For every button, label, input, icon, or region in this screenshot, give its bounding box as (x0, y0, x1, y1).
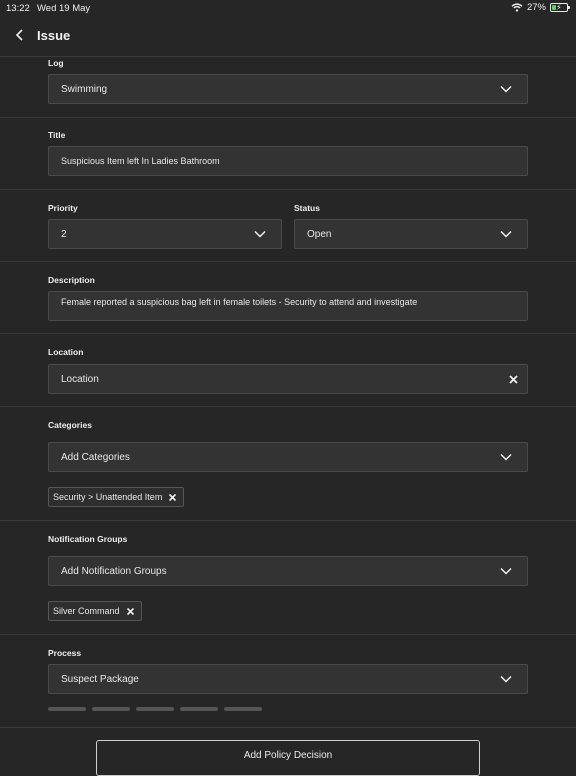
location-input[interactable]: Location (48, 364, 528, 394)
description-value: Female reported a suspicious bag left in… (61, 297, 418, 307)
notification-groups-placeholder: Add Notification Groups (61, 565, 167, 577)
notification-groups-section: Notification Groups Add Notification Gro… (0, 521, 576, 635)
nav-bar: Issue (0, 16, 576, 57)
categories-select[interactable]: Add Categories (48, 442, 528, 472)
chevron-down-icon (254, 230, 266, 238)
category-chip-label: Security > Unattended Item (53, 492, 163, 502)
log-value: Swimming (61, 83, 108, 95)
category-chip: Security > Unattended Item (48, 487, 185, 507)
remove-chip-icon[interactable] (168, 493, 177, 502)
priority-value: 2 (61, 228, 67, 240)
loading-placeholder (48, 707, 262, 711)
description-label: Description (48, 275, 95, 285)
chevron-down-icon (500, 567, 512, 575)
clear-icon[interactable] (508, 374, 519, 385)
notification-groups-select[interactable]: Add Notification Groups (48, 556, 528, 586)
location-section: Location Location (0, 334, 576, 407)
process-value: Suspect Package (61, 673, 139, 685)
wifi-icon (511, 3, 523, 12)
notification-groups-label: Notification Groups (48, 534, 128, 544)
process-section: Process Suspect Package (0, 635, 576, 728)
title-value: Suspicious Item left In Ladies Bathroom (61, 156, 220, 166)
remove-chip-icon[interactable] (126, 607, 135, 616)
back-chevron-icon[interactable] (12, 27, 28, 43)
categories-label: Categories (48, 420, 92, 430)
add-policy-decision-label: Add Policy Decision (243, 750, 333, 761)
status-value: Open (307, 228, 332, 240)
title-label: Title (48, 130, 66, 140)
status-right: 27% ⚡ (511, 2, 570, 13)
process-select[interactable]: Suspect Package (48, 664, 528, 694)
location-placeholder: Location (61, 373, 99, 385)
log-section: Log Swimming (0, 57, 576, 118)
add-policy-decision-button[interactable]: Add Policy Decision (96, 740, 480, 776)
page-title: Issue (37, 28, 71, 43)
priority-status-section: Priority 2 Status Open (0, 190, 576, 262)
notification-group-chip: Silver Command (48, 601, 142, 621)
status-label: Status (294, 203, 320, 213)
title-input[interactable]: Suspicious Item left In Ladies Bathroom (48, 146, 528, 176)
chevron-down-icon (500, 453, 512, 461)
description-input[interactable]: Female reported a suspicious bag left in… (48, 291, 528, 321)
description-section: Description Female reported a suspicious… (0, 262, 576, 334)
status-select[interactable]: Open (294, 219, 528, 249)
priority-select[interactable]: 2 (48, 219, 282, 249)
chevron-down-icon (500, 85, 512, 93)
status-time: 13:22 (6, 3, 30, 14)
priority-label: Priority (48, 203, 78, 213)
status-date: Wed 19 May (37, 3, 91, 14)
process-label: Process (48, 648, 82, 658)
title-section: Title Suspicious Item left In Ladies Bat… (0, 118, 576, 190)
status-bar: 13:22 Wed 19 May 27% ⚡ (0, 0, 576, 16)
categories-section: Categories Add Categories Security > Una… (0, 407, 576, 521)
battery-percent: 27% (526, 2, 546, 13)
notification-group-chip-label: Silver Command (53, 606, 120, 616)
chevron-down-icon (500, 675, 512, 683)
chevron-down-icon (500, 230, 512, 238)
log-label: Log (48, 58, 64, 68)
location-label: Location (48, 347, 84, 357)
log-select[interactable]: Swimming (48, 74, 528, 104)
battery-icon: ⚡ (550, 3, 570, 12)
categories-placeholder: Add Categories (61, 451, 130, 463)
